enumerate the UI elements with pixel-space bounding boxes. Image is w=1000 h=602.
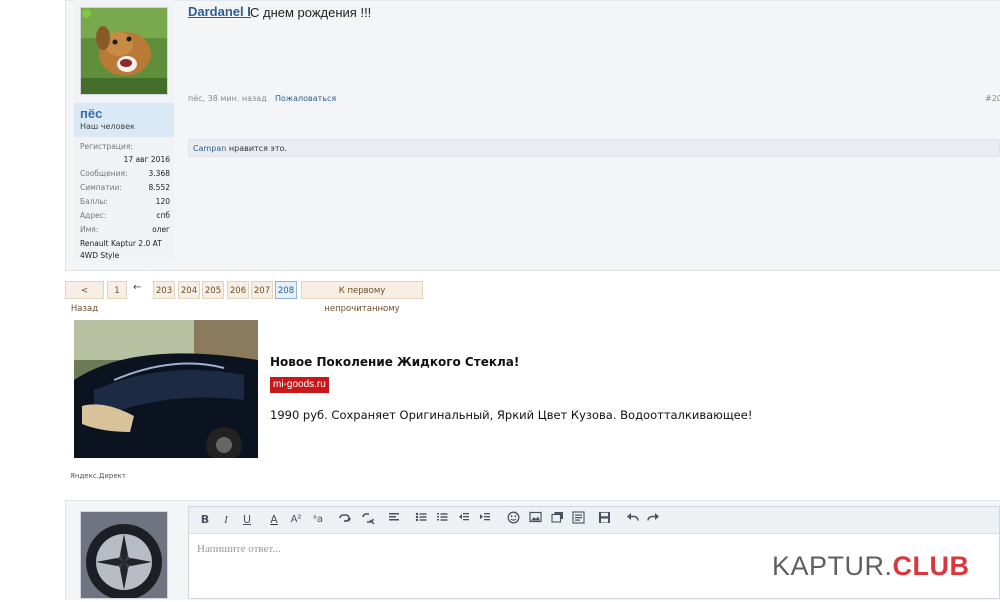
page-link[interactable]: 203 [153,281,175,299]
stat-key: Баллы: [80,197,108,206]
prev-page-button[interactable]: < Назад [65,281,104,314]
likes-bar [188,139,1000,157]
underline-button[interactable]: U [239,511,255,529]
dog-avatar-image [81,8,167,94]
car-hood-image [74,320,258,463]
page-link[interactable]: 207 [251,281,273,299]
bullet-list-icon[interactable] [413,511,429,529]
save-draft-icon[interactable] [596,511,612,529]
post-container [65,0,1000,271]
stat-value: 8.552 [148,183,170,192]
stat-value: спб [156,211,170,220]
page-link[interactable]: 205 [202,281,224,299]
page-jump-arrow-icon[interactable]: ← [133,282,141,293]
stat-row: Баллы: 120 [80,197,170,209]
stat-key: Имя: [80,225,99,234]
likes-text: нравится это. [228,144,287,153]
code-icon[interactable] [570,511,586,529]
ad-title[interactable]: Новое Поколение Жидкого Стекла! [270,355,519,369]
reply-input-placeholder[interactable]: Напишите ответ... [197,543,281,555]
post-meta[interactable]: пёс, 38 мин. назад [188,94,267,103]
link-icon[interactable] [337,511,353,529]
italic-button[interactable]: I [218,511,234,529]
post-number-link[interactable]: #20 [985,94,1000,103]
image-icon[interactable] [527,511,543,529]
font-size-button[interactable]: A² [288,511,304,529]
likes-summary: Campan нравится это. [193,144,287,153]
numbered-list-icon[interactable] [434,511,450,529]
ad-domain-badge[interactable]: mi-goods.ru [270,377,329,393]
current-user-avatar[interactable] [80,511,168,600]
brand-suffix: CLUB [892,551,970,581]
user-title: Наш человек [80,122,135,131]
stat-key: Регистрация: [80,142,133,151]
undo-icon[interactable] [624,511,640,529]
wheel-avatar-image [81,512,167,600]
first-unread-button[interactable]: К первому непрочитанному [301,281,423,314]
stat-key: Симпатии: [80,183,122,192]
font-family-button[interactable]: ᵃa [310,511,326,529]
username-link[interactable]: пёс [80,106,102,121]
stat-row: Симпатии: 8.552 [80,183,170,195]
stat-row: Адрес: спб [80,211,170,223]
stat-row: 17 авг 2016 [80,155,170,167]
page-link[interactable]: 206 [227,281,249,299]
likes-user-link[interactable]: Campan [193,144,226,153]
online-status-dot [82,9,91,18]
site-watermark-logo: KAPTUR.CLUB [772,551,970,582]
stat-key: Сообщения: [80,169,128,178]
message-text: С днем рождения !!! [250,5,372,20]
text-color-button[interactable]: A [266,511,282,529]
media-icon[interactable] [549,511,565,529]
report-link[interactable]: Пожаловаться [275,94,336,103]
unlink-icon[interactable] [360,511,376,529]
stat-key: Адрес: [80,211,107,220]
stat-value: олег [152,225,170,234]
page-link-first[interactable]: 1 [107,281,127,299]
brand-name: KAPTUR. [772,551,893,581]
mention-link[interactable]: Dardanel I [188,4,251,19]
page-link-current[interactable]: 208 [275,281,297,299]
page-link[interactable]: 204 [178,281,200,299]
bold-button[interactable]: B [197,511,213,529]
stat-value: 17 авг 2016 [123,155,170,164]
smiley-icon[interactable] [505,511,521,529]
stat-value[interactable]: 3.368 [149,169,170,178]
outdent-icon[interactable] [456,511,472,529]
ad-text[interactable]: 1990 руб. Сохраняет Оригинальный, Яркий … [270,408,752,422]
avatar[interactable] [80,7,168,95]
user-car: Renault Kaptur 2.0 AT 4WD Style [80,239,162,260]
stat-row: Сообщения: 3.368 [80,169,170,181]
redo-icon[interactable] [645,511,661,529]
stat-value[interactable]: 120 [156,197,170,206]
ad-image[interactable] [74,320,258,463]
stat-row: Имя: олег [80,225,170,237]
ad-source-label[interactable]: Яндекс.Директ [70,472,126,480]
indent-icon[interactable] [477,511,493,529]
stat-row: Регистрация: [80,142,170,154]
align-icon[interactable] [386,511,402,529]
